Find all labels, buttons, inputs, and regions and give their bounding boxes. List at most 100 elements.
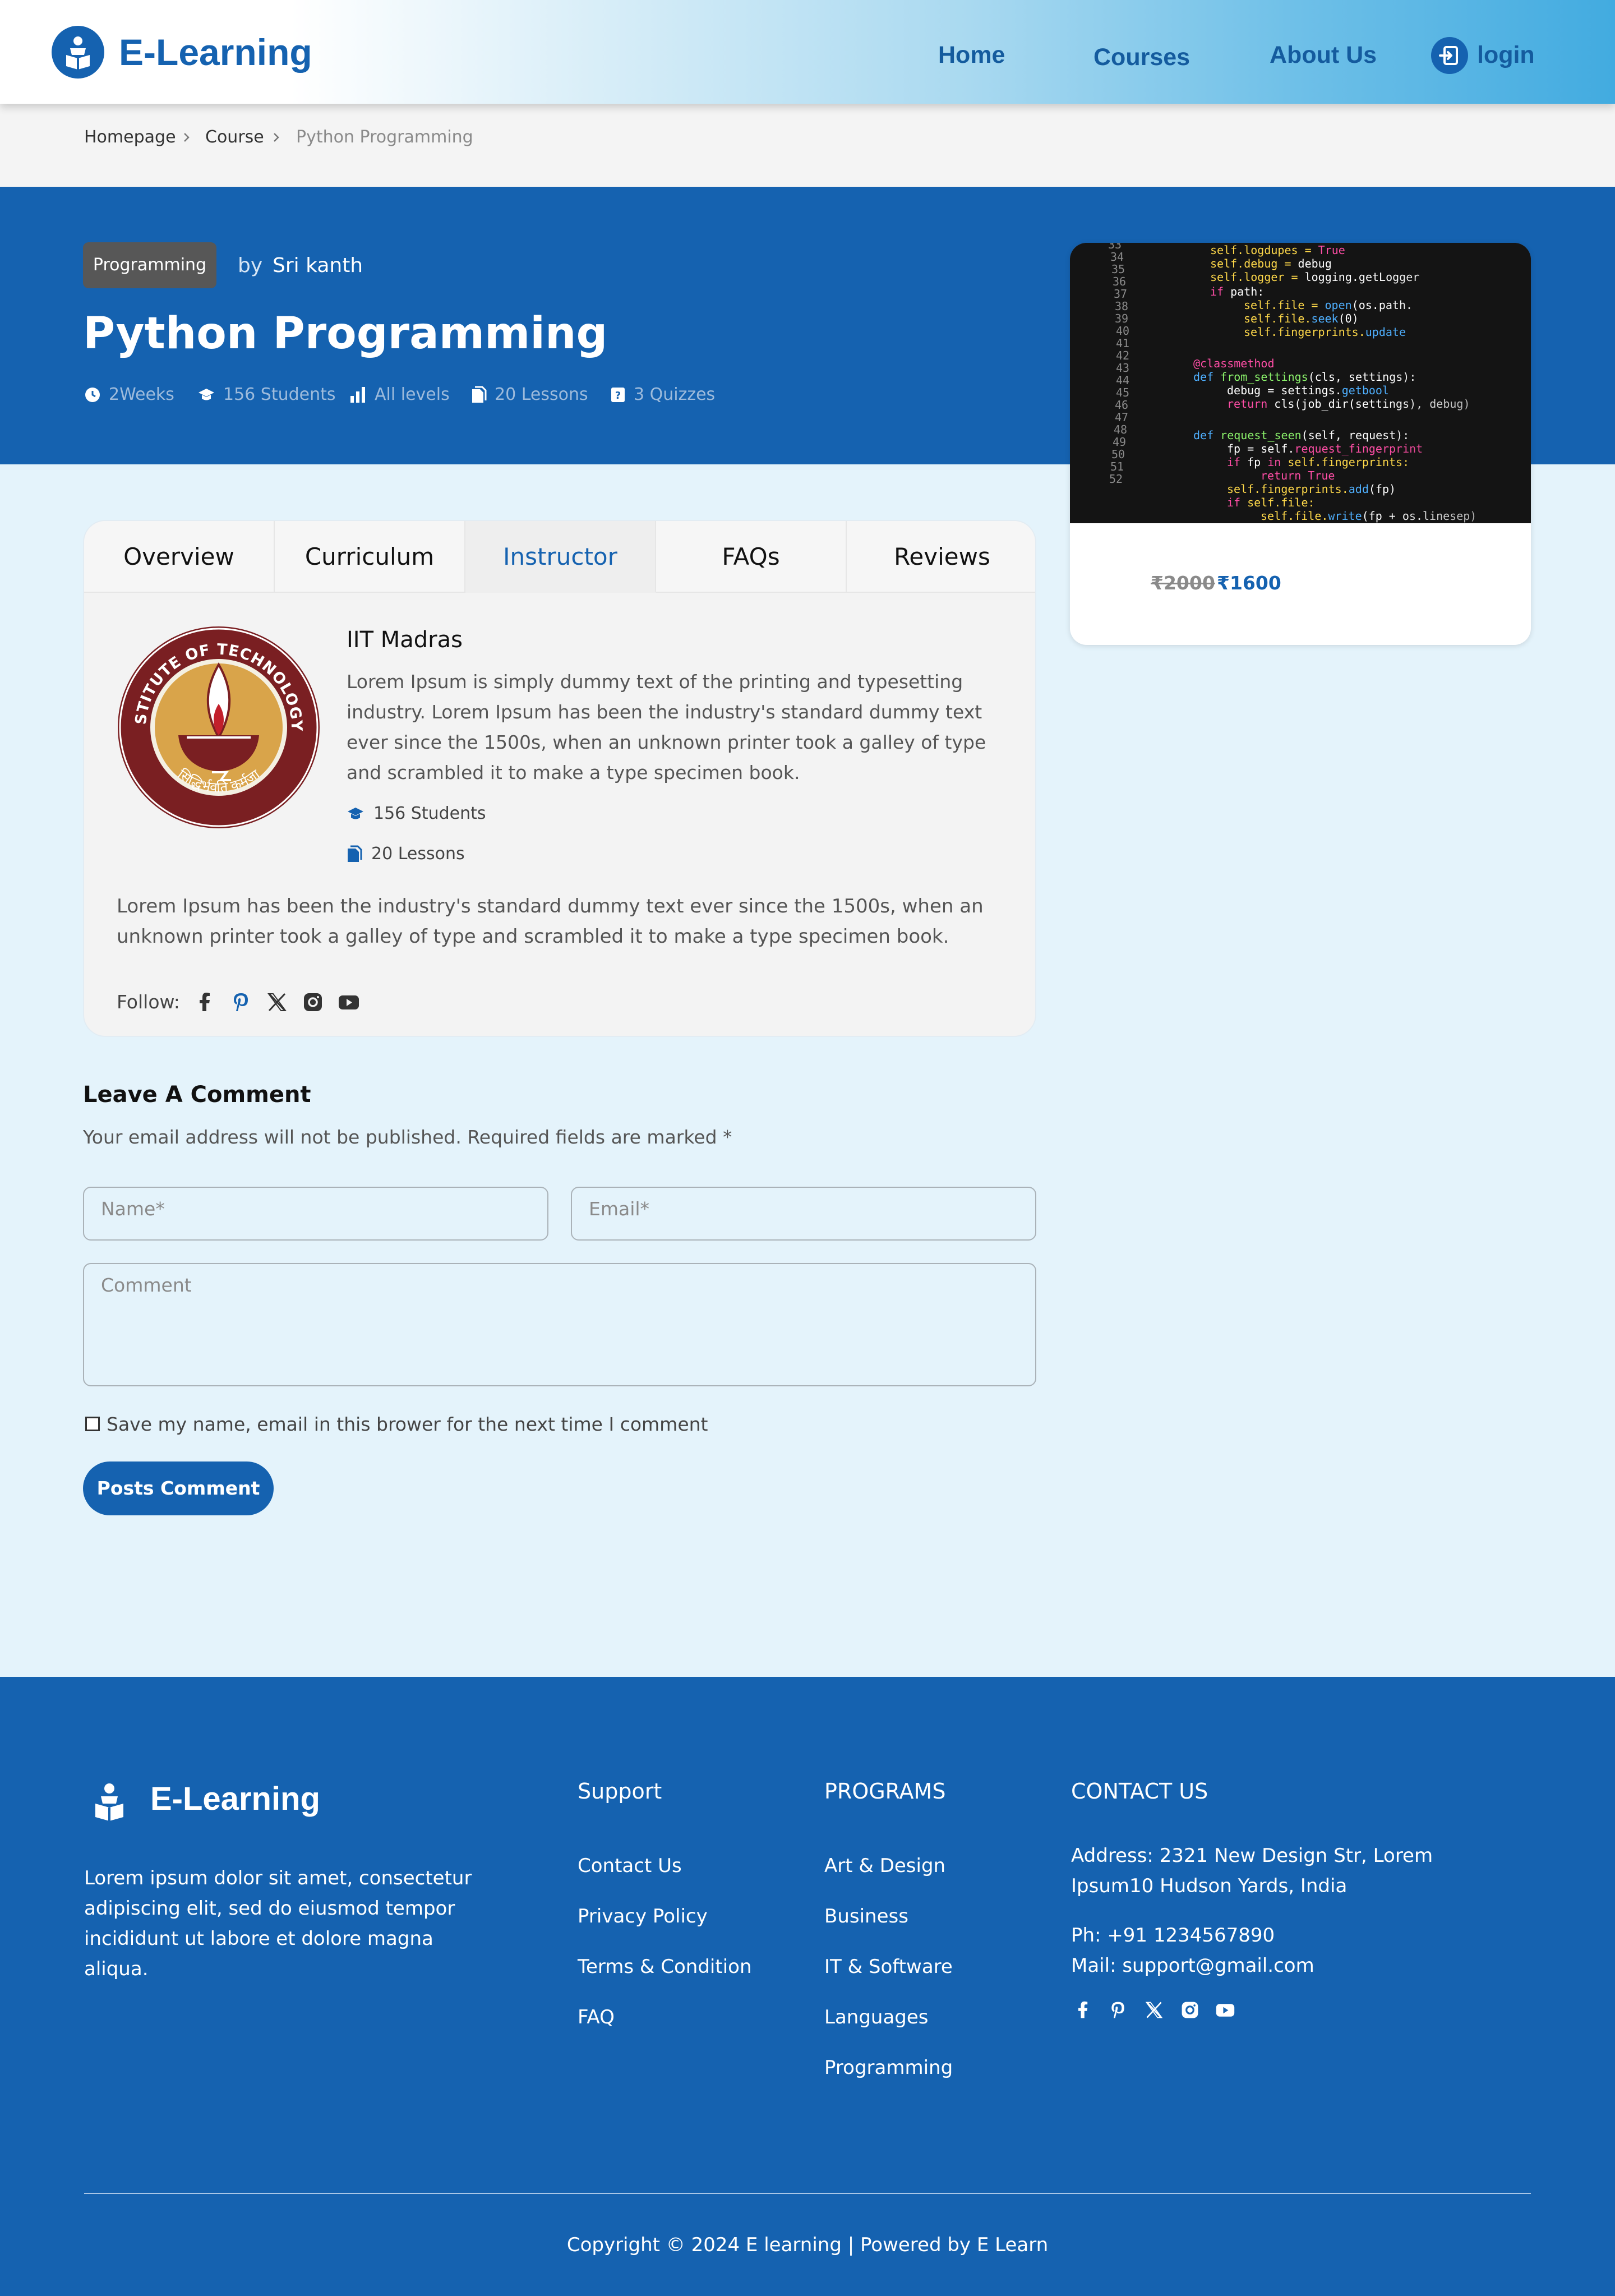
footer-support-title: Support	[578, 1779, 662, 1804]
footer-link-faq[interactable]: FAQ	[578, 2003, 615, 2031]
breadcrumb-course[interactable]: Course	[205, 125, 264, 150]
footer-link-languages[interactable]: Languages	[824, 2003, 929, 2031]
top-navbar: E-Learning Home Courses About Us login	[0, 0, 1615, 104]
post-comment-button[interactable]: Posts Comment	[83, 1461, 274, 1515]
svg-text:41: 41	[1116, 336, 1129, 350]
footer-programs-title: PROGRAMS	[824, 1779, 946, 1804]
meta-level: All levels	[349, 384, 450, 406]
svg-text:self.file.seek(0): self.file.seek(0)	[1244, 312, 1359, 325]
facebook-icon[interactable]	[1073, 2000, 1093, 2020]
comment-form-title: Leave A Comment	[83, 1082, 311, 1108]
footer-link-terms[interactable]: Terms & Condition	[578, 1953, 752, 1981]
svg-text:debug = settings.getbool: debug = settings.getbool	[1227, 384, 1389, 397]
facebook-icon[interactable]	[194, 991, 216, 1013]
category-badge[interactable]: Programming	[83, 242, 216, 288]
footer-description: Lorem ipsum dolor sit amet, consectetur …	[84, 1867, 472, 1980]
login-icon[interactable]	[1431, 37, 1468, 74]
instructor-description: Lorem Ipsum is simply dummy text of the …	[347, 671, 986, 783]
tab-reviews[interactable]: Reviews	[847, 521, 1035, 593]
course-price-card: 33 34 35 36 37 38 39 40 41 42 43 44 45 46 47 48 49 50…	[1070, 243, 1531, 645]
tab-curriculum[interactable]: Curriculum	[275, 521, 465, 593]
follow-label: Follow:	[117, 991, 180, 1013]
copyright-text: Copyright © 2024 E learning | Powered by…	[566, 2234, 1049, 2256]
meta-students: 156 Students	[197, 384, 336, 406]
by-label: by	[238, 254, 263, 277]
instagram-icon[interactable]	[302, 991, 324, 1013]
svg-text:40: 40	[1116, 324, 1129, 338]
meta-duration: 2Weeks	[84, 384, 174, 406]
footer-mail[interactable]: Mail: support@gmail.com	[1071, 1951, 1548, 1981]
tab-overview[interactable]: Overview	[84, 521, 275, 593]
svg-text:return True: return True	[1261, 469, 1335, 482]
svg-text:38: 38	[1115, 299, 1128, 313]
svg-text:if path:: if path:	[1210, 285, 1264, 298]
course-title: Python Programming	[83, 308, 608, 359]
svg-text:if self.file:: if self.file:	[1227, 496, 1315, 509]
site-footer	[0, 1677, 1615, 2296]
login-link[interactable]: login	[1477, 38, 1535, 72]
pinterest-icon[interactable]	[1108, 2000, 1128, 2020]
instagram-icon[interactable]	[1180, 2000, 1200, 2020]
svg-text:self.fingerprints.add(fp): self.fingerprints.add(fp)	[1227, 482, 1396, 496]
svg-text:self.debug = debug: self.debug = debug	[1210, 257, 1332, 270]
instructor-lessons: 20 Lessons	[347, 843, 465, 865]
tab-faqs[interactable]: FAQs	[656, 521, 847, 593]
course-cover-image: 33 34 35 36 37 38 39 40 41 42 43 44 45 46 47 48 49 50…	[1070, 243, 1531, 523]
breadcrumb-homepage[interactable]: Homepage	[84, 125, 176, 150]
svg-text:36: 36	[1113, 275, 1126, 288]
save-info-checkbox[interactable]	[85, 1417, 100, 1431]
svg-text:48: 48	[1114, 423, 1127, 436]
comment-textarea[interactable]: Comment	[83, 1263, 1036, 1386]
chevron-right-icon	[274, 133, 279, 142]
svg-text:?: ?	[615, 390, 621, 402]
svg-text:49: 49	[1113, 435, 1126, 449]
graduation-cap-icon	[348, 808, 363, 819]
svg-text:def from_settings(cls, setting: def from_settings(cls, settings):	[1193, 370, 1416, 384]
brand-name[interactable]: E-Learning	[119, 27, 312, 77]
current-price: ₹1600	[1217, 572, 1281, 594]
x-twitter-icon[interactable]	[1144, 2000, 1164, 2020]
quiz-icon: ?	[611, 388, 625, 402]
svg-text:43: 43	[1116, 361, 1129, 375]
email-field[interactable]: Email*	[571, 1187, 1036, 1241]
svg-text:35: 35	[1111, 262, 1125, 276]
footer-brand-logo-icon[interactable]	[90, 1781, 129, 1823]
course-author[interactable]: Sri kanth	[273, 252, 363, 279]
youtube-icon[interactable]	[338, 991, 360, 1013]
nav-courses[interactable]: Courses	[1093, 40, 1190, 74]
svg-text:42: 42	[1116, 349, 1129, 362]
tab-instructor[interactable]: Instructor	[465, 521, 656, 593]
svg-text:self.logdupes = True: self.logdupes = True	[1210, 243, 1345, 257]
footer-phone: Ph: +91 1234567890	[1071, 1924, 1275, 1947]
nav-home[interactable]: Home	[938, 38, 1005, 72]
svg-text:37: 37	[1114, 287, 1127, 301]
footer-link-business[interactable]: Business	[824, 1902, 908, 1930]
svg-text:if fp in self.fingerprints:: if fp in self.fingerprints:	[1227, 455, 1409, 469]
instructor-bio: Lorem Ipsum has been the industry's stan…	[117, 895, 984, 948]
file-icon	[472, 386, 487, 403]
bar-chart-icon	[350, 387, 365, 403]
footer-link-it-software[interactable]: IT & Software	[824, 1953, 953, 1981]
brand-logo-icon[interactable]	[52, 26, 104, 79]
svg-text:39: 39	[1115, 312, 1128, 325]
x-twitter-icon[interactable]	[266, 991, 288, 1013]
comment-form-note: Your email address will not be published…	[83, 1126, 732, 1148]
pinterest-icon[interactable]	[230, 991, 252, 1013]
youtube-icon[interactable]	[1215, 2000, 1236, 2020]
file-icon	[348, 845, 362, 862]
svg-text:self.fingerprints.update: self.fingerprints.update	[1244, 325, 1406, 339]
chevron-right-icon	[184, 133, 190, 142]
meta-quizzes: ? 3 Quizzes	[610, 384, 715, 406]
svg-text:34: 34	[1110, 250, 1124, 264]
footer-link-contact-us[interactable]: Contact Us	[578, 1852, 682, 1880]
footer-link-art-design[interactable]: Art & Design	[824, 1852, 945, 1880]
footer-brand[interactable]: E-Learning	[150, 1777, 320, 1822]
instructor-name[interactable]: IIT Madras	[347, 624, 463, 656]
nav-about-us[interactable]: About Us	[1270, 38, 1377, 72]
graduation-cap-icon	[199, 389, 214, 400]
breadcrumb-current: Python Programming	[296, 127, 473, 147]
footer-link-programming[interactable]: Programming	[824, 2054, 953, 2082]
clock-icon	[85, 388, 100, 402]
footer-link-privacy-policy[interactable]: Privacy Policy	[578, 1902, 708, 1930]
name-field[interactable]: Name*	[83, 1187, 548, 1241]
